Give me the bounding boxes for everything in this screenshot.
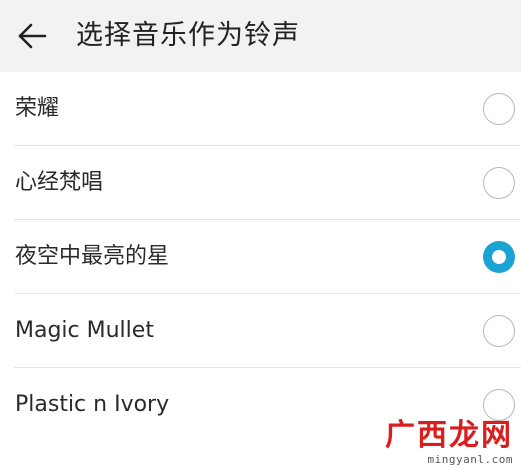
ringtone-item-magic-mullet[interactable]: Magic Mullet [0,294,521,368]
radio-button-selected[interactable] [483,241,515,273]
ringtone-list: 荣耀 心经梵唱 夜空中最亮的星 Magic Mullet Plastic n I… [0,72,521,442]
radio-button[interactable] [483,167,515,199]
ringtone-item-yekong-zhong-zuiliang-de-xing[interactable]: 夜空中最亮的星 [0,220,521,294]
radio-button[interactable] [483,93,515,125]
radio-button[interactable] [483,389,515,421]
ringtone-item-xinjing-fanchang[interactable]: 心经梵唱 [0,146,521,220]
ringtone-label: 夜空中最亮的星 [15,244,170,269]
arrow-left-icon [18,23,47,49]
ringtone-label: Plastic n Ivory [15,392,170,417]
ringtone-label: 荣耀 [15,96,60,121]
ringtone-label: 心经梵唱 [15,170,104,195]
watermark-url: mingyanl.com [427,453,513,466]
site-watermark: 广西龙网 mingyanl.com [373,418,513,467]
watermark-logo: 广西龙网 [385,418,513,453]
ringtone-label: Magic Mullet [15,318,154,343]
radio-button[interactable] [483,315,515,347]
page-title: 选择音乐作为铃声 [76,20,300,51]
ringtone-picker-screen: 选择音乐作为铃声 荣耀 心经梵唱 夜空中最亮的星 Magic Mullet Pl… [0,0,521,470]
ringtone-item-rongyao[interactable]: 荣耀 [0,72,521,146]
back-button[interactable] [12,18,52,54]
title-bar: 选择音乐作为铃声 [0,0,521,72]
